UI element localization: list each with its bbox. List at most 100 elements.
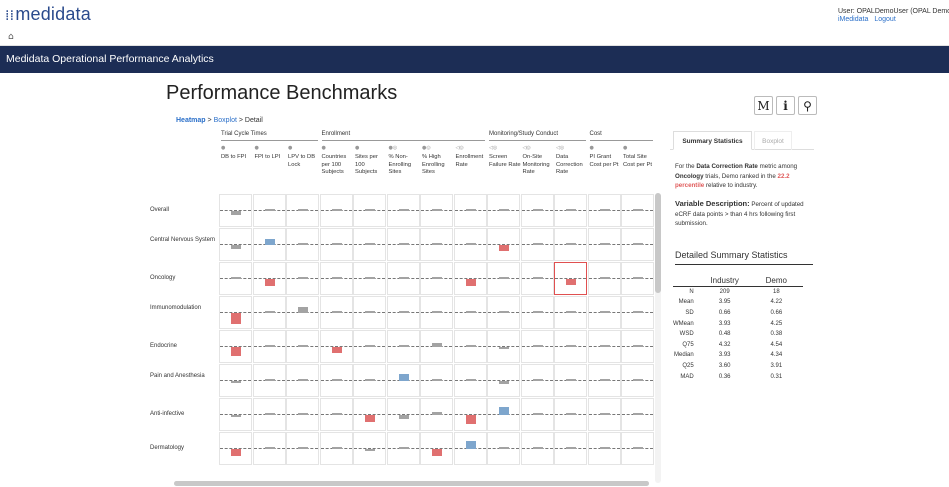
heatmap-cell[interactable] xyxy=(520,432,554,465)
heatmap-cell[interactable] xyxy=(453,364,487,397)
heatmap-cell[interactable] xyxy=(453,262,487,295)
medidata-logo[interactable]: ⁞⁞medidata xyxy=(5,4,91,25)
heatmap-cell[interactable] xyxy=(353,364,386,397)
column-header[interactable]: ●◎% Non-Enrolling Sites xyxy=(389,145,422,177)
heatmap-cell[interactable] xyxy=(453,296,487,329)
horizontal-scrollbar[interactable] xyxy=(174,481,649,486)
heatmap-cell[interactable] xyxy=(420,228,453,261)
heatmap-cell[interactable] xyxy=(319,398,353,431)
heatmap-cell[interactable] xyxy=(487,228,520,261)
heatmap-cell[interactable] xyxy=(286,364,319,397)
heatmap-cell[interactable] xyxy=(252,398,286,431)
row-label[interactable]: Pain and Anesthesia xyxy=(150,372,218,380)
column-sort-icon[interactable]: ◁◎ xyxy=(456,145,489,154)
search-key-button[interactable]: ⚲ xyxy=(798,96,817,115)
breadcrumb-boxplot[interactable]: Boxplot xyxy=(214,117,237,124)
vertical-scrollbar[interactable] xyxy=(655,193,661,483)
imedidata-link[interactable]: iMedidata xyxy=(838,16,868,23)
column-header[interactable]: ● PI Grant Cost per Pt xyxy=(590,145,623,169)
column-header[interactable]: ◁◎ Screen Failure Rate xyxy=(489,145,522,169)
heatmap-cell[interactable] xyxy=(420,296,453,329)
heatmap-cell[interactable] xyxy=(520,330,554,363)
column-header[interactable]: ● DB to FPI xyxy=(221,145,254,162)
heatmap-cell[interactable] xyxy=(286,262,319,295)
heatmap-cell[interactable] xyxy=(319,364,353,397)
heatmap-cell[interactable] xyxy=(386,262,420,295)
column-sort-icon[interactable]: ◁◎ xyxy=(523,145,556,154)
row-label[interactable]: Central Nervous System xyxy=(150,236,218,244)
column-header[interactable]: ◁◎ Enrollment Rate xyxy=(456,145,489,169)
heatmap-cell[interactable] xyxy=(621,296,654,329)
column-header[interactable]: ● FPI to LPI xyxy=(255,145,288,162)
heatmap-cell[interactable] xyxy=(420,262,453,295)
row-label[interactable]: Dermatology xyxy=(150,444,218,452)
row-label[interactable]: Overall xyxy=(150,206,218,214)
heatmap-cell[interactable] xyxy=(420,364,453,397)
breadcrumb-heatmap[interactable]: Heatmap xyxy=(176,117,206,124)
heatmap-cell[interactable] xyxy=(487,262,520,295)
horizontal-scroll-thumb[interactable] xyxy=(174,481,649,486)
heatmap-cell[interactable] xyxy=(621,398,654,431)
heatmap-cell[interactable] xyxy=(621,194,654,227)
heatmap-cell[interactable] xyxy=(319,432,353,465)
heatmap-cell[interactable] xyxy=(252,194,286,227)
heatmap-cell[interactable] xyxy=(353,262,386,295)
column-sort-icon[interactable]: ● xyxy=(623,145,656,154)
heatmap-cell[interactable] xyxy=(252,330,286,363)
tab-summary-statistics[interactable]: Summary Statistics xyxy=(673,131,752,150)
m-button[interactable]: M xyxy=(754,96,773,115)
heatmap-cell[interactable] xyxy=(453,228,487,261)
home-icon[interactable]: ⌂ xyxy=(8,32,14,42)
heatmap-cell[interactable] xyxy=(219,398,252,431)
column-sort-icon[interactable]: ◁◎ xyxy=(556,145,589,154)
heatmap-cell[interactable] xyxy=(386,398,420,431)
heatmap-cell[interactable] xyxy=(554,228,587,261)
info-button[interactable]: i xyxy=(776,96,795,115)
heatmap-cell[interactable] xyxy=(319,228,353,261)
heatmap-cell[interactable] xyxy=(353,296,386,329)
heatmap-cell[interactable] xyxy=(453,330,487,363)
heatmap-cell[interactable] xyxy=(319,262,353,295)
heatmap-cell[interactable] xyxy=(453,432,487,465)
heatmap-cell[interactable] xyxy=(286,398,319,431)
heatmap-cell[interactable] xyxy=(386,330,420,363)
column-sort-icon[interactable]: ●◎ xyxy=(422,145,455,154)
heatmap-cell[interactable] xyxy=(587,228,621,261)
heatmap-cell[interactable] xyxy=(520,296,554,329)
heatmap-cell[interactable] xyxy=(587,330,621,363)
tab-boxplot[interactable]: Boxplot xyxy=(754,131,792,150)
column-sort-icon[interactable]: ● xyxy=(288,145,321,154)
heatmap-cell[interactable] xyxy=(621,262,654,295)
heatmap-cell[interactable] xyxy=(353,330,386,363)
column-sort-icon[interactable]: ●◎ xyxy=(389,145,422,154)
heatmap-cell[interactable] xyxy=(587,194,621,227)
heatmap-cell[interactable] xyxy=(554,194,587,227)
row-label[interactable]: Anti-infective xyxy=(150,410,218,418)
nav-title[interactable]: Medidata Operational Performance Analyti… xyxy=(6,53,214,65)
heatmap-cell[interactable] xyxy=(386,228,420,261)
column-sort-icon[interactable]: ◁◎ xyxy=(489,145,522,154)
heatmap-cell[interactable] xyxy=(554,330,587,363)
heatmap-cell[interactable] xyxy=(420,194,453,227)
heatmap-cell[interactable] xyxy=(587,432,621,465)
heatmap-cell[interactable] xyxy=(219,228,252,261)
column-header[interactable]: ● LPV to DB Lock xyxy=(288,145,321,169)
heatmap-cell[interactable] xyxy=(319,194,353,227)
heatmap-cell[interactable] xyxy=(386,194,420,227)
heatmap-cell[interactable] xyxy=(587,398,621,431)
heatmap-cell[interactable] xyxy=(252,296,286,329)
heatmap-cell[interactable] xyxy=(420,432,453,465)
heatmap-cell[interactable] xyxy=(319,330,353,363)
heatmap-cell[interactable] xyxy=(353,398,386,431)
heatmap-cell[interactable] xyxy=(554,398,587,431)
heatmap-cell[interactable] xyxy=(219,432,252,465)
heatmap-cell[interactable] xyxy=(286,330,319,363)
heatmap-cell[interactable] xyxy=(587,296,621,329)
heatmap-cell[interactable] xyxy=(621,432,654,465)
heatmap-cell[interactable] xyxy=(520,262,554,295)
row-label[interactable]: Endocrine xyxy=(150,342,218,350)
heatmap-cell[interactable] xyxy=(219,364,252,397)
heatmap-cell[interactable] xyxy=(286,228,319,261)
heatmap-cell[interactable] xyxy=(453,194,487,227)
row-label[interactable]: Oncology xyxy=(150,274,218,282)
